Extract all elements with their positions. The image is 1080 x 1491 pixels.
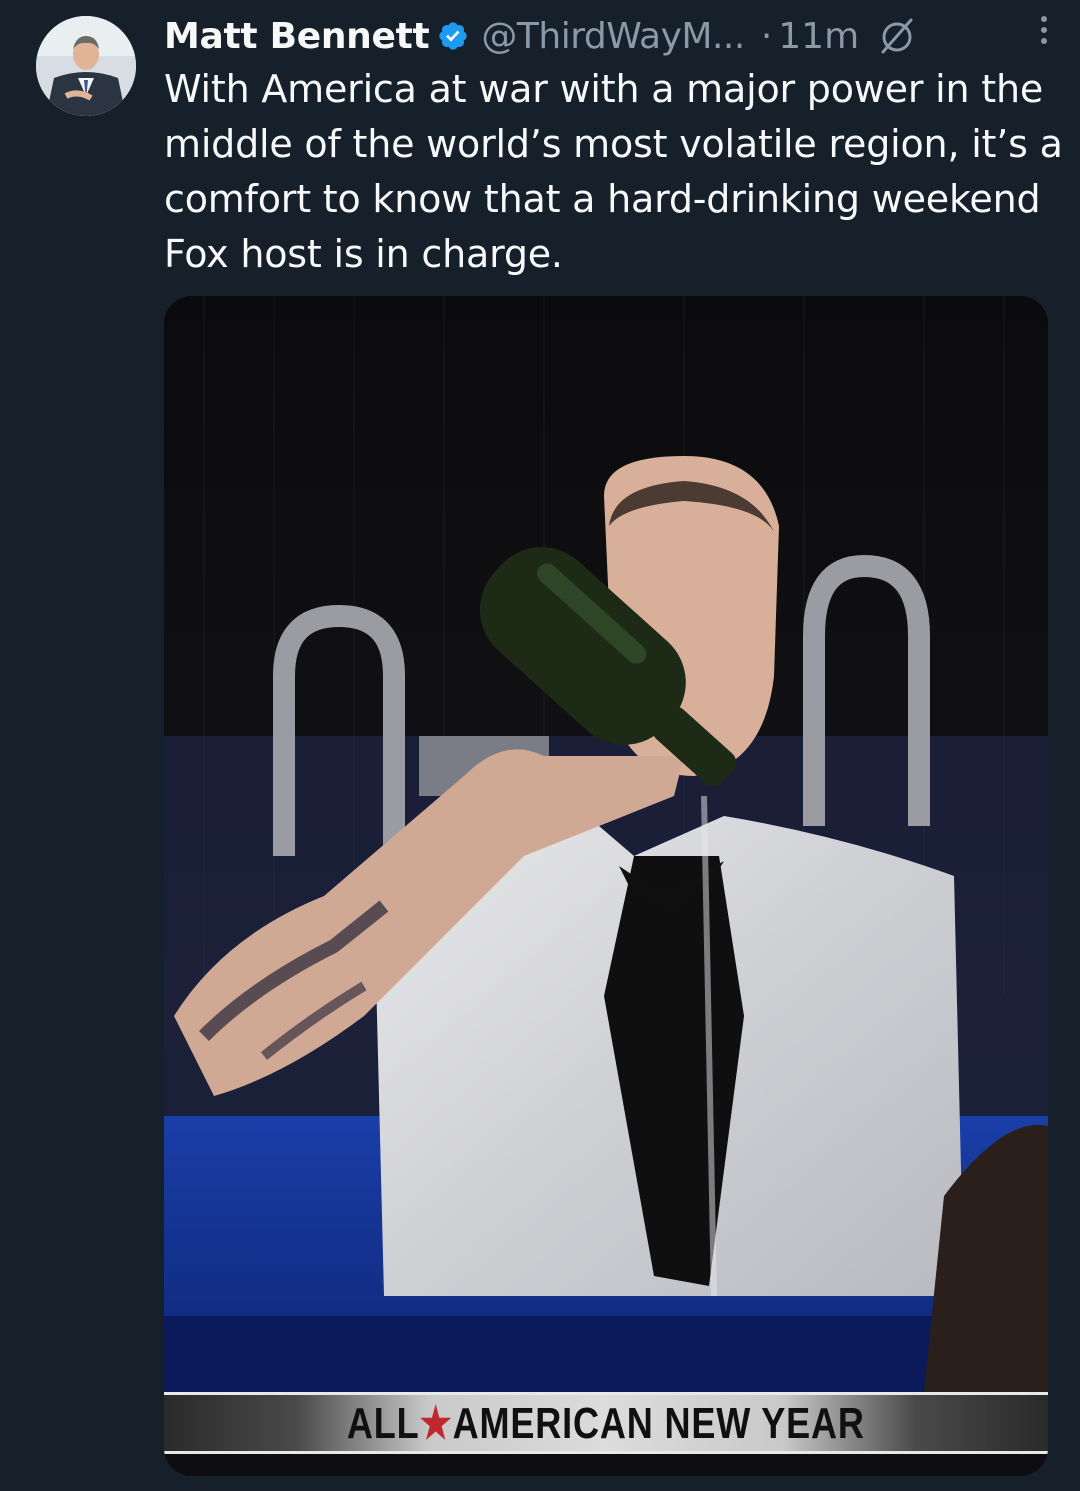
author-handle[interactable]: @ThirdWayM... [481,16,745,57]
tweet-timestamp[interactable]: 11m [778,16,859,57]
grok-icon[interactable] [877,16,917,56]
tweet-media-image[interactable]: ALL★AMERICAN NEW YEAR [164,296,1048,1476]
video-lower-third-banner: ALL★AMERICAN NEW YEAR [164,1392,1048,1454]
separator-dot: · [760,15,773,57]
tweet-text: With America at war with a major power i… [164,67,1063,276]
banner-text-right: AMERICAN NEW YEAR [452,1398,865,1448]
tweet[interactable]: Matt Bennett @ThirdWayM... · 11m With Am… [0,0,1080,1491]
avatar-photo [36,16,136,116]
author-avatar[interactable] [36,16,136,116]
banner-text-left: ALL [347,1398,420,1448]
verified-badge-icon[interactable] [437,20,469,52]
star-icon: ★ [419,1398,453,1448]
author-name[interactable]: Matt Bennett [164,16,430,57]
more-options-icon[interactable] [1034,10,1054,50]
media-photo [164,296,1048,1476]
tweet-header: Matt Bennett @ThirdWayM... · 11m [164,10,1054,62]
